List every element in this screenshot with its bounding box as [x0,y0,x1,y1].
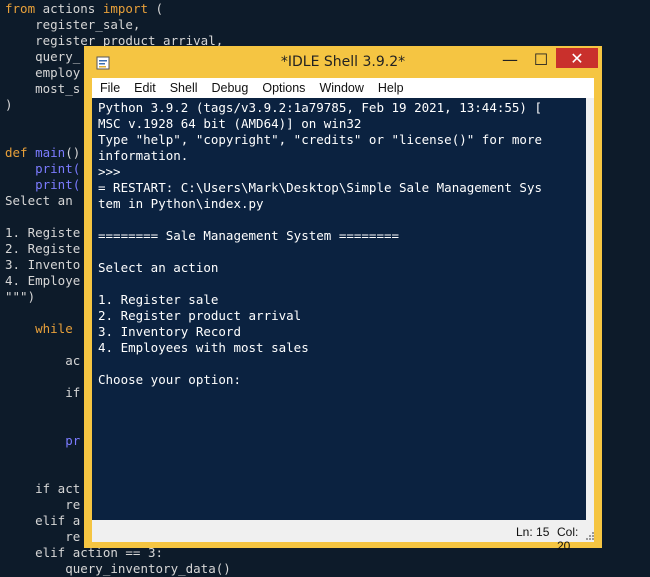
shell-output-line: 1. Register sale [98,292,219,307]
editor-code-line: Select an [5,193,73,209]
minimize-icon: — [502,49,518,69]
menu-help[interactable]: Help [372,81,410,95]
editor-code-line: re [5,497,80,513]
code-token: re [5,529,81,544]
maximize-button[interactable]: ☐ [526,48,556,70]
code-token: employ [5,65,81,80]
shell-output-line: MSC v.1928 64 bit (AMD64)] on win32 [98,116,362,131]
shell-output-line: 4. Employees with most sales [98,340,309,355]
close-button[interactable]: ✕ [556,48,598,68]
resize-grip-icon[interactable] [586,532,594,540]
menu-options[interactable]: Options [256,81,311,95]
menu-shell[interactable]: Shell [164,81,204,95]
shell-output-line: Choose your option: [98,372,249,387]
code-token: print( [5,177,81,192]
editor-code-line: query_inventory_data() [5,561,231,577]
editor-code-line: query_ [5,49,80,65]
editor-code-line: ac [5,353,80,369]
code-token: if act [5,481,81,496]
editor-code-line: 1. Registe [5,225,80,241]
code-token: 1. Registe [5,225,81,240]
editor-code-line: 2. Registe [5,241,80,257]
code-token: Select an [5,193,73,208]
code-token: elif a [5,513,81,528]
code-token: while [5,321,73,336]
shell-output-line: Python 3.9.2 (tags/v3.9.2:1a79785, Feb 1… [98,100,543,115]
code-token: print( [5,161,81,176]
code-token: import [102,1,148,16]
editor-code-line: elif a [5,513,80,529]
editor-code-line: ) [5,97,13,113]
code-token: def [5,145,28,160]
code-token: pr [5,433,81,448]
status-bar: Ln: 15 Col: 20 [92,520,594,553]
editor-code-line: """) [5,289,35,305]
title-bar[interactable]: *IDLE Shell 3.9.2* — ☐ ✕ [84,46,602,78]
maximize-icon: ☐ [533,49,549,69]
shell-output-line: ======== Sale Management System ======== [98,228,400,243]
editor-code-line: re [5,529,80,545]
menu-edit[interactable]: Edit [128,81,162,95]
editor-code-line: 3. Invento [5,257,80,273]
shell-output-area[interactable]: Python 3.9.2 (tags/v3.9.2:1a79785, Feb 1… [92,98,586,520]
vertical-scrollbar[interactable] [586,98,594,520]
editor-code-line: from actions import ( [5,1,163,17]
menu-file[interactable]: File [94,81,126,95]
editor-code-line: 4. Employe [5,273,80,289]
shell-output-line: >>> [98,164,129,179]
shell-output-line: 2. Register product arrival [98,308,302,323]
code-token: most_s [5,81,81,96]
minimize-button[interactable]: — [494,48,526,70]
shell-output-line: = RESTART: C:\Users\Mark\Desktop\Simple … [98,180,543,195]
editor-code-line: print( [5,161,80,177]
code-token: re [5,497,81,512]
editor-code-line: def main() [5,145,80,161]
idle-shell-window[interactable]: *IDLE Shell 3.9.2* — ☐ ✕ File Edit Shell… [84,46,602,553]
shell-output-line: information. [98,148,189,163]
code-token: ac [5,353,81,368]
code-token: () [65,145,81,160]
code-token: register_sale, [5,17,141,32]
shell-output-line: 3. Inventory Record [98,324,241,339]
editor-code-line: pr [5,433,80,449]
menu-window[interactable]: Window [313,81,369,95]
code-token: 4. Employe [5,273,81,288]
code-token: if [5,385,81,400]
editor-code-line: most_s [5,81,80,97]
menu-debug[interactable]: Debug [206,81,255,95]
code-token: actions [35,1,103,16]
code-token: main [27,145,66,160]
editor-code-line: if act [5,481,80,497]
editor-code-line: print( [5,177,80,193]
editor-code-line: employ [5,65,80,81]
line-number-indicator: Ln: 15 [516,525,550,539]
editor-code-line: if [5,385,80,401]
shell-output-line: tem in Python\index.py [98,196,264,211]
shell-output-line: Select an action [98,260,219,275]
close-icon: ✕ [570,48,584,68]
editor-code-line: register_sale, [5,17,140,33]
code-token: """) [5,289,36,304]
code-token: 2. Registe [5,241,81,256]
code-token: ) [5,97,13,112]
code-token: 3. Invento [5,257,81,272]
code-token: query_ [5,49,81,64]
code-token: from [5,1,36,16]
editor-code-line: while [5,321,73,337]
shell-output-line: Type "help", "copyright", "credits" or "… [98,132,543,147]
menu-bar: File Edit Shell Debug Options Window Hel… [92,78,594,98]
code-token: query_inventory_data() [5,561,231,576]
code-token: ( [148,1,164,16]
